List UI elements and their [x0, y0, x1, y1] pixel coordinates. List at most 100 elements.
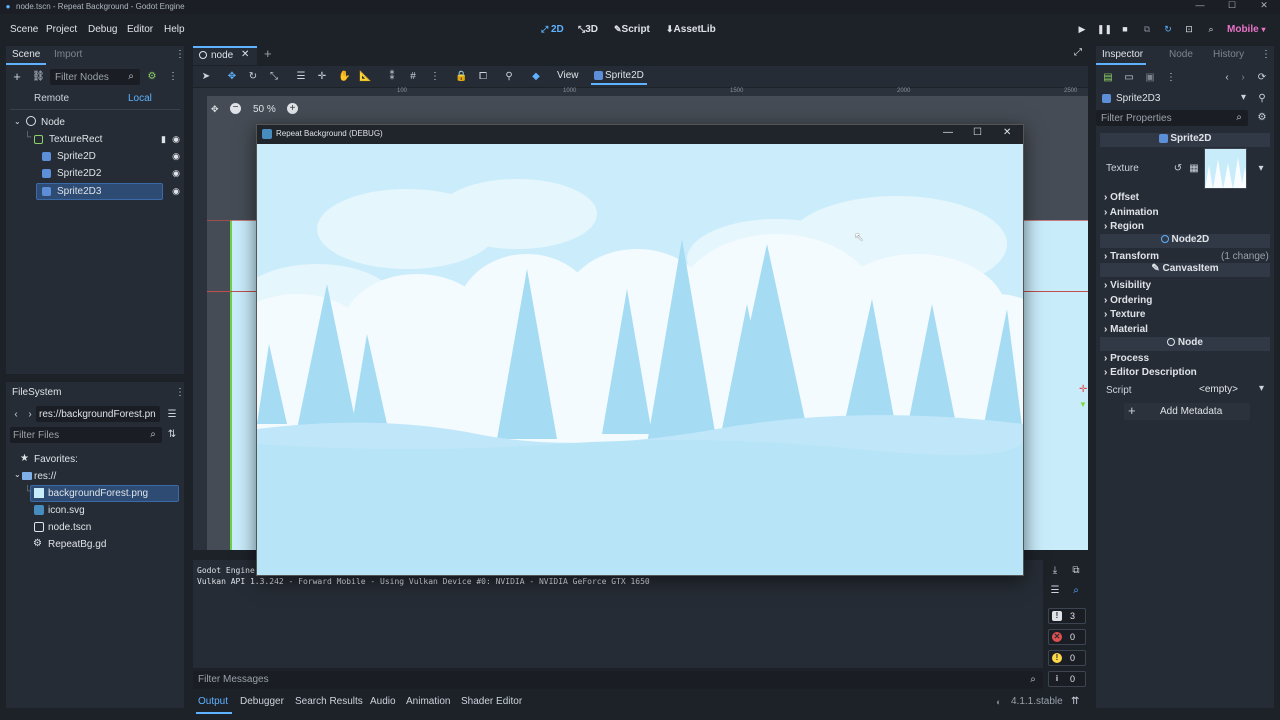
stop-icon[interactable]: ■ — [1118, 24, 1132, 38]
section-region[interactable]: › Region — [1104, 221, 1144, 232]
pause-icon[interactable]: ❚❚ — [1097, 24, 1112, 38]
object-menu-icon[interactable]: ⚲ — [1256, 93, 1268, 105]
file-item[interactable]: icon.svg — [16, 503, 186, 519]
add-metadata-button[interactable]: + Add Metadata — [1124, 403, 1250, 420]
grid-snap-icon[interactable]: # — [407, 71, 419, 83]
pan-tool-icon[interactable]: ✋ — [338, 71, 350, 83]
tab-output[interactable]: Output — [198, 696, 228, 707]
tab-node-scene[interactable]: node ✕ — [193, 46, 257, 65]
texture-preview[interactable] — [1204, 148, 1247, 189]
menu-project[interactable]: Project — [46, 24, 77, 35]
section-material[interactable]: › Material — [1104, 324, 1148, 335]
rotate-tool-icon[interactable]: ↻ — [247, 71, 259, 83]
group-icon[interactable]: ⧠ — [477, 71, 489, 83]
dock-menu-icon[interactable]: ⋮ — [174, 49, 186, 61]
filter-messages-input[interactable]: Filter Messages ⌕ — [193, 671, 1043, 689]
tree-node-sprite2d3[interactable]: Sprite2D3 ◉ — [14, 184, 184, 200]
menu-help[interactable]: Help — [164, 24, 185, 35]
mode-2d-button[interactable]: ⤢ 2D — [541, 24, 564, 35]
move-tool-icon[interactable]: ✥ — [226, 71, 238, 83]
menu-debug[interactable]: Debug — [88, 24, 117, 35]
tree-node-texturerect[interactable]: └ TextureRect ▮ ◉ — [14, 132, 184, 148]
info-count-toggle[interactable]: i 0 — [1048, 671, 1086, 687]
filter-nodes-input[interactable]: Filter Nodes ⌕ — [50, 69, 140, 85]
section-ordering[interactable]: › Ordering — [1104, 295, 1152, 306]
file-item[interactable]: node.tscn — [16, 520, 186, 536]
sprite2d-menu[interactable]: Sprite2D — [591, 68, 647, 85]
remote-tab[interactable]: Remote — [34, 93, 69, 104]
zoom-out-icon[interactable]: − — [230, 103, 241, 114]
tab-history[interactable]: History — [1213, 49, 1244, 60]
collapse-icon[interactable]: ☰ — [1049, 585, 1061, 597]
tree-node-sprite2d2[interactable]: Sprite2D2 ◉ — [14, 166, 184, 182]
tab-shader-editor[interactable]: Shader Editor — [461, 696, 522, 707]
section-transform[interactable]: › Transform — [1104, 251, 1159, 262]
smart-snap-icon[interactable]: ⁑ — [386, 71, 398, 83]
film-icon[interactable]: ▦ — [1188, 163, 1200, 175]
section-texture[interactable]: › Texture — [1104, 309, 1146, 320]
update-spinner-icon[interactable]: ◐ — [996, 697, 1001, 707]
game-maximize-button[interactable]: ☐ — [973, 127, 982, 138]
minimize-button[interactable]: — — [1190, 0, 1210, 10]
mode-assetlib-button[interactable]: ⬇AssetLib — [666, 24, 716, 35]
tree-node-sprite2d[interactable]: Sprite2D ◉ — [14, 149, 184, 165]
view-menu[interactable]: View — [557, 70, 579, 81]
maximize-button[interactable]: ☐ — [1222, 0, 1242, 11]
play-icon[interactable]: ▶ — [1075, 24, 1089, 38]
zoom-in-icon[interactable]: + — [287, 103, 298, 114]
script-property-value[interactable]: <empty> ▾ — [1196, 382, 1266, 398]
error-count-toggle[interactable]: ✕ 0 — [1048, 629, 1086, 645]
new-tab-icon[interactable]: + — [264, 46, 272, 61]
warning-count-toggle[interactable]: ! 0 — [1048, 650, 1086, 666]
tab-node[interactable]: Node — [1169, 49, 1193, 60]
section-animation[interactable]: › Animation — [1104, 207, 1159, 218]
path-field[interactable]: res://backgroundForest.pn — [36, 406, 160, 422]
ruler-tool-icon[interactable]: 📐 — [359, 71, 371, 83]
select-tool-icon[interactable]: ➤ — [200, 71, 212, 83]
forward-icon[interactable]: › — [1237, 72, 1249, 84]
zoom-level[interactable]: 50 % — [253, 104, 276, 115]
visibility-icon[interactable]: ◆ — [530, 71, 542, 83]
save-icon[interactable]: ▣ — [1144, 72, 1156, 84]
dock-menu-icon[interactable]: ⋮ — [1260, 49, 1272, 61]
distraction-free-icon[interactable]: ⤢ — [1074, 47, 1082, 58]
section-visibility[interactable]: › Visibility — [1104, 280, 1151, 291]
tab-audio[interactable]: Audio — [370, 696, 396, 707]
copy-icon[interactable]: ⧉ — [1070, 565, 1082, 577]
list-select-icon[interactable]: ☰ — [295, 71, 307, 83]
mode-script-button[interactable]: ✎Script — [614, 24, 650, 35]
menu-editor[interactable]: Editor — [127, 24, 153, 35]
object-selector[interactable]: Sprite2D3 ▾ — [1100, 91, 1248, 107]
load-icon[interactable]: ▭ — [1123, 72, 1135, 84]
add-node-icon[interactable]: + — [11, 70, 23, 83]
menu-scene[interactable]: Scene — [10, 24, 38, 35]
renderer-selector[interactable]: Mobile ▾ — [1227, 24, 1265, 35]
file-item[interactable]: ⚙ RepeatBg.gd — [16, 537, 186, 553]
script-attached-icon[interactable]: ▮ — [161, 134, 166, 145]
snap-options-icon[interactable]: ⋮ — [429, 71, 441, 83]
tab-animation[interactable]: Animation — [406, 696, 450, 707]
message-count-toggle[interactable]: ! 3 — [1048, 608, 1086, 624]
section-editor-description[interactable]: › Editor Description — [1104, 367, 1197, 378]
revert-icon[interactable]: ↺ — [1172, 163, 1184, 175]
visibility-eye-icon[interactable]: ◉ — [172, 168, 180, 179]
link-icon[interactable]: ⛓ — [32, 71, 45, 83]
new-resource-icon[interactable]: ▤ — [1102, 72, 1114, 84]
movie-icon[interactable]: ⌕ — [1204, 24, 1218, 38]
history-icon[interactable]: ⟳ — [1256, 72, 1268, 84]
local-tab[interactable]: Local — [128, 93, 152, 104]
reload-icon[interactable]: ↻ — [1161, 24, 1175, 38]
section-offset[interactable]: › Offset — [1104, 192, 1139, 203]
scene-menu-icon[interactable]: ⋮ — [167, 71, 179, 83]
filter-files-input[interactable]: Filter Files ⌕ — [10, 427, 162, 443]
tree-node-root[interactable]: ⌄ Node — [14, 115, 184, 131]
section-process[interactable]: › Process — [1104, 353, 1149, 364]
visibility-eye-icon[interactable]: ◉ — [172, 134, 180, 145]
favorites-item[interactable]: ★ Favorites: — [16, 452, 186, 468]
clear-log-icon[interactable]: ⤓ — [1049, 565, 1061, 577]
property-options-icon[interactable]: ⚙ — [1256, 112, 1268, 124]
tab-import[interactable]: Import — [54, 49, 82, 60]
visibility-eye-icon[interactable]: ◉ — [172, 186, 180, 197]
filter-properties-input[interactable]: Filter Properties ⌕ — [1096, 110, 1248, 126]
back-icon[interactable]: ‹ — [1221, 72, 1233, 84]
